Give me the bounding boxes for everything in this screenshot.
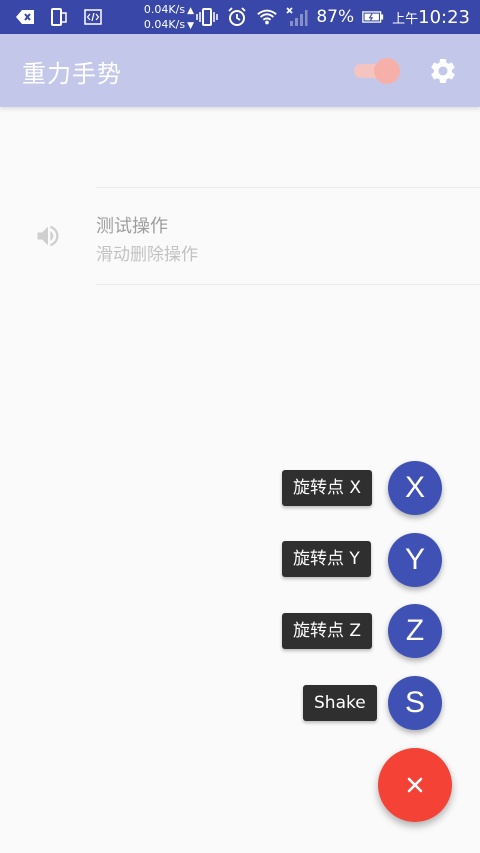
enable-toggle[interactable] <box>352 58 400 84</box>
fab-label-y[interactable]: 旋转点 Y <box>282 541 371 577</box>
signal-icon <box>286 7 308 26</box>
fab-rotate-y[interactable]: Y <box>388 533 442 587</box>
fab-rotate-x[interactable]: X <box>388 461 442 515</box>
time-prefix: 上午 <box>392 11 419 27</box>
code-icon <box>82 8 104 26</box>
clock: 10:23 <box>418 6 470 28</box>
alarm-icon <box>226 7 248 26</box>
speaker-icon <box>34 222 62 250</box>
toggle-thumb <box>374 58 400 84</box>
fab-label-z[interactable]: 旋转点 Z <box>282 613 373 649</box>
back-arrow-icon <box>14 8 36 26</box>
app-bar: 重力手势 <box>0 34 480 107</box>
settings-button[interactable] <box>428 56 458 86</box>
close-icon <box>407 777 423 793</box>
network-speed: 0.04K/s ▲ 0.04K/s ▼ <box>143 3 194 31</box>
phone-mirror-icon <box>48 8 70 26</box>
item-subtitle: 滑动删除操作 <box>96 245 198 265</box>
battery-percent: 87% <box>316 7 355 27</box>
app-title: 重力手势 <box>22 60 122 88</box>
fab-label-shake[interactable]: Shake <box>303 685 377 721</box>
item-title: 测试操作 <box>96 216 168 237</box>
fab-shake[interactable]: S <box>388 676 442 730</box>
fab-label-x[interactable]: 旋转点 X <box>282 470 373 506</box>
battery-icon <box>362 8 384 26</box>
vibrate-icon <box>196 8 219 26</box>
list-divider-bottom <box>96 284 480 285</box>
gear-icon <box>431 58 455 83</box>
fab-close-button[interactable] <box>378 748 452 822</box>
status-bar: 0.04K/s ▲ 0.04K/s ▼ 87% 上午10:23 <box>0 0 480 34</box>
speed-down: 0.04K/s <box>143 18 186 31</box>
fab-rotate-z[interactable]: Z <box>388 604 442 658</box>
wifi-icon <box>256 8 278 26</box>
list-divider-top <box>96 187 480 188</box>
speed-up: 0.04K/s <box>143 3 186 16</box>
